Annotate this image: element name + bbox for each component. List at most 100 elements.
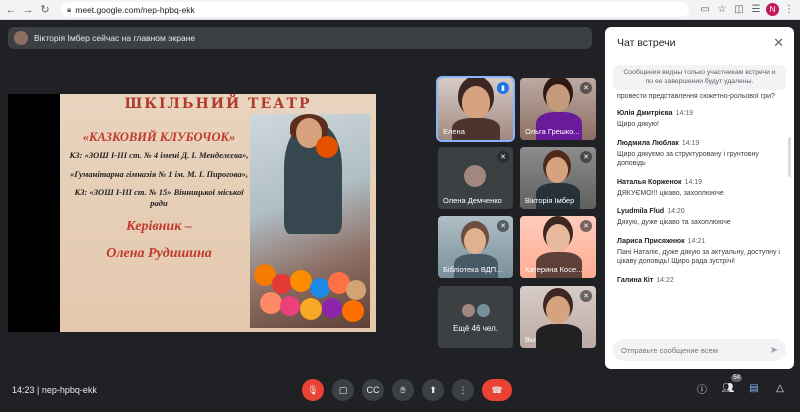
chat-notice: Сообщения видны только участникам встреч… — [613, 65, 786, 90]
school-line: КЗ: «ЗОШ І-ІІІ ст. № 15» Вінницької місь… — [74, 187, 244, 208]
school-line: «Гуманітарна гімназія № 1 ім. М. І. Пиро… — [69, 168, 249, 179]
participant-name: Бібліотека ВДП... — [443, 265, 503, 274]
participant-tile[interactable]: ▮ Елена — [436, 76, 515, 142]
more-participants-text: Ещё 46 чел. — [453, 324, 498, 333]
participant-tile[interactable]: ✕ Катерина Косе... — [520, 216, 596, 278]
mic-off-icon: ✕ — [580, 151, 592, 163]
slide-title: ШКІЛЬНИЙ ТЕАТР — [124, 96, 312, 112]
participant-name: Вы — [525, 335, 536, 344]
message-author: Юлія Дмитрієва — [617, 110, 673, 117]
more-participants-tile[interactable]: Ещё 46 чел. — [438, 286, 513, 348]
participant-tile[interactable]: ✕ Вікторія Імбер — [520, 147, 596, 209]
camera-icon[interactable]: ▭ — [698, 3, 712, 17]
chat-message: Людмила Люблак 14:19 Щиро дякуємо за стру… — [617, 140, 785, 169]
leader-label: Керівник – — [126, 219, 192, 234]
message-time: 14:21 — [687, 237, 706, 245]
mic-off-icon: ✕ — [497, 220, 509, 232]
chat-messages: провести представлення сюжетно-рольової … — [617, 93, 785, 337]
message-time: 14:20 — [667, 208, 685, 215]
speaking-indicator-icon: ▮ — [497, 82, 509, 94]
profile-avatar[interactable]: N — [766, 3, 779, 16]
mic-off-icon: ✕ — [580, 82, 592, 94]
side-controls: ⓘ 👥︎ 54 ▤ △ — [694, 374, 788, 396]
message-text: провести представлення сюжетно-рольової … — [617, 93, 775, 100]
self-view-tile[interactable]: ✕ Вы — [520, 286, 596, 348]
url-text: meet.google.com/nep-hpbq-ekk — [75, 4, 195, 15]
main-presentation: ШКІЛЬНИЙ ТЕАТР «КАЗКОВИЙ КЛУБОЧОК» КЗ: «… — [8, 94, 376, 332]
participant-name: Катерина Косе... — [525, 265, 583, 274]
message-text: Щиро дякуємо за структуровану і грунтовн… — [617, 150, 759, 168]
participant-tile[interactable]: ✕ Ольга Грешко... — [520, 78, 596, 140]
browser-toolbar: ← → ↻ 🔒︎ meet.google.com/nep-hpbq-ekk ▭ … — [0, 0, 800, 20]
captions-icon[interactable]: CC — [362, 379, 384, 401]
yarn-ball — [290, 270, 312, 292]
chat-message: Наталья Корженок 14:19 ДЯКУЄМО!!! цікаво,… — [617, 179, 785, 199]
presenter-avatar — [14, 31, 28, 45]
extensions-icon[interactable]: ◫ — [732, 3, 746, 17]
yarn-ball — [272, 274, 292, 294]
participant-tile[interactable]: ✕ Бібліотека ВДП... — [438, 216, 513, 278]
presenter-notice-text: Вікторія Імбер сейчас на главном экране — [34, 33, 196, 43]
message-author: Лариса Присяжнюк — [617, 237, 685, 245]
more-options-icon[interactable]: ⋮ — [452, 379, 474, 401]
mic-off-icon: ✕ — [580, 290, 592, 302]
participant-tile[interactable]: ✕ Олена Демченко — [438, 147, 513, 209]
mic-off-icon: ✕ — [497, 151, 509, 163]
end-call-icon[interactable]: ☎ — [482, 379, 512, 401]
slide-photo — [250, 114, 370, 328]
lock-icon: 🔒︎ — [67, 4, 72, 14]
chat-icon[interactable]: ▤ — [746, 380, 762, 396]
meeting-code: nep-hpbq-ekk — [41, 385, 97, 395]
yarn-ball — [322, 298, 342, 318]
yarn-ball — [300, 298, 322, 320]
school-line: КЗ: «ЗОШ І-ІІІ ст. № 4 імені Д. І. Менде… — [69, 150, 249, 160]
message-time: 14:19 — [684, 178, 703, 186]
yarn-ball — [342, 300, 364, 322]
leader-name: Олена Рудишина — [106, 246, 212, 261]
forward-icon[interactable]: → — [21, 3, 35, 17]
message-text: Щиро дякую! — [617, 121, 659, 128]
back-icon[interactable]: ← — [4, 3, 18, 17]
menu-dots-icon[interactable]: ⋮ — [782, 3, 796, 17]
presenter-notice: Вікторія Імбер сейчас на главном экране — [8, 27, 592, 49]
participant-name: Елена — [443, 127, 465, 136]
message-text: ДЯКУЄМО!!! цікаво, захоплююче — [617, 189, 724, 197]
chat-title: Чат встречи — [617, 37, 676, 49]
chat-message: Лариса Присяжнюк 14:21 Пані Наталіє, дуже… — [617, 238, 785, 267]
more-avatars — [462, 304, 490, 317]
participant-count-badge: 54 — [731, 374, 742, 382]
bookmark-star-icon[interactable]: ☆ — [715, 3, 729, 17]
meeting-time: 14:23 — [12, 385, 35, 395]
message-author: Галина Кіт — [617, 276, 654, 284]
send-icon[interactable]: ➤ — [770, 345, 778, 356]
camera-icon[interactable]: ▢ — [332, 379, 354, 401]
chat-panel: Чат встречи ✕ Сообщения видны только уча… — [605, 27, 794, 369]
chat-scrollbar[interactable] — [788, 137, 791, 177]
participants-icon[interactable]: 👥︎ 54 — [720, 374, 742, 396]
chat-message: Юлія Дмитрієва 14:19 Щиро дякую! — [617, 110, 785, 130]
close-icon[interactable]: ✕ — [773, 35, 784, 51]
message-time: 14:22 — [656, 276, 674, 284]
participant-avatar — [464, 165, 486, 187]
message-text: Дякую, дуже цікаво та захоплююче — [617, 219, 731, 226]
slide-content: ШКІЛЬНИЙ ТЕАТР «КАЗКОВИЙ КЛУБОЧОК» КЗ: «… — [60, 94, 376, 332]
message-time: 14:19 — [675, 110, 694, 117]
chat-message-input[interactable] — [621, 345, 770, 355]
raise-hand-icon[interactable]: ✋︎ — [392, 379, 414, 401]
present-screen-icon[interactable]: ⬆ — [422, 379, 444, 401]
extension-icon[interactable]: ☰ — [749, 3, 763, 17]
meeting-controls-bar: 14:23 | nep-hpbq-ekk 🎙︎ ▢ CC ✋︎ ⬆ ⋮ ☎ ⓘ … — [0, 374, 800, 412]
chat-message: Lyudmila Flud 14:20 Дякую, дуже цікаво та… — [617, 208, 785, 228]
meeting-details-icon[interactable]: ⓘ — [694, 380, 710, 396]
address-bar[interactable]: 🔒︎ meet.google.com/nep-hpbq-ekk — [61, 2, 689, 17]
microphone-off-icon[interactable]: 🎙︎ — [302, 379, 324, 401]
participant-face — [462, 86, 490, 118]
participant-name: Олена Демченко — [443, 196, 502, 205]
slide-text: «КАЗКОВИЙ КЛУБОЧОК» КЗ: «ЗОШ І-ІІІ ст. №… — [66, 130, 252, 262]
call-controls: 🎙︎ ▢ CC ✋︎ ⬆ ⋮ ☎ — [302, 379, 512, 401]
reload-icon[interactable]: ↻ — [38, 3, 52, 17]
chat-input-box[interactable]: ➤ — [613, 339, 786, 361]
message-author: Людмила Люблак — [617, 139, 679, 147]
activities-icon[interactable]: △ — [772, 380, 788, 396]
theatre-name: «КАЗКОВИЙ КЛУБОЧОК» — [82, 130, 236, 144]
